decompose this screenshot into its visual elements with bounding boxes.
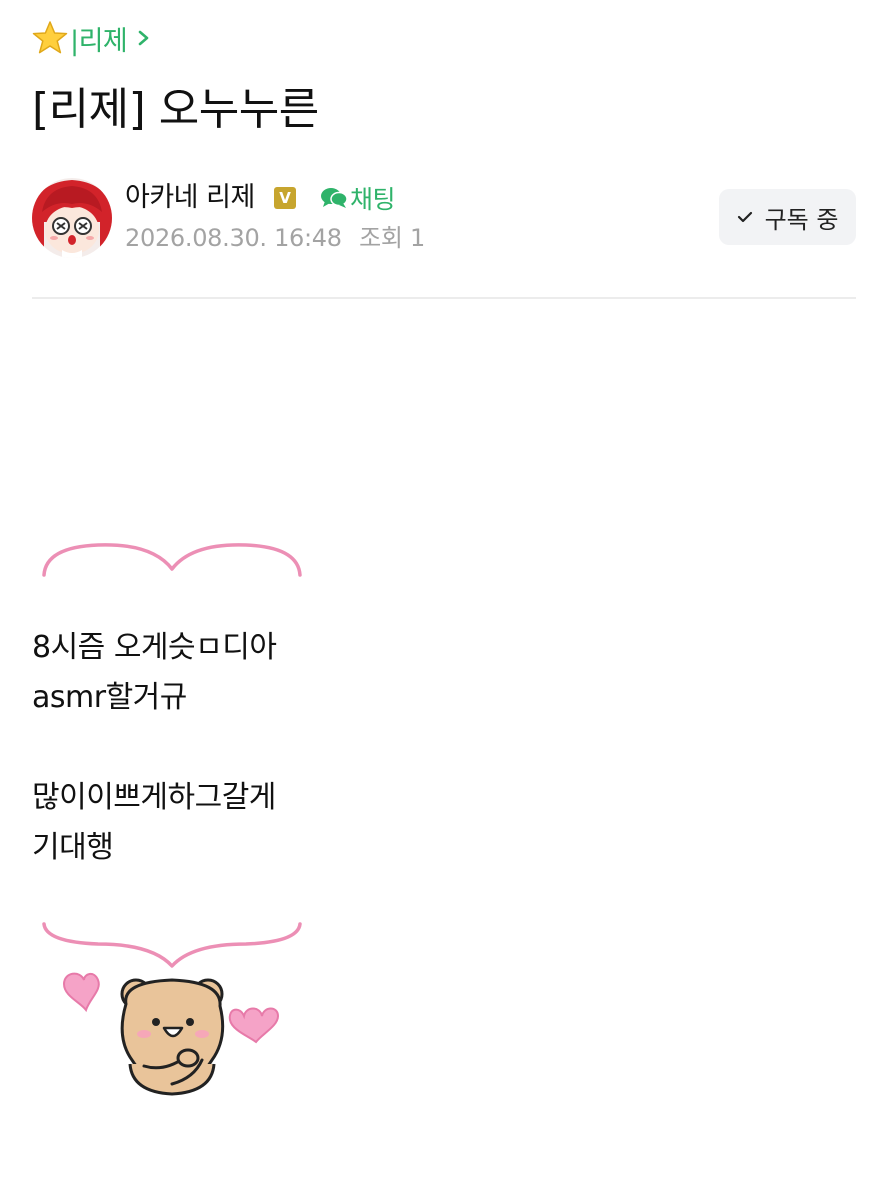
chevron-right-icon	[138, 30, 149, 46]
body-text-line: asmr할거규	[32, 680, 187, 715]
speech-bubble-icon	[321, 188, 348, 208]
body-text-line: 많이이쁘게하그갈게	[32, 780, 276, 815]
post-meta: 2026.08.30. 16:48 조회 1	[125, 222, 425, 254]
chat-link[interactable]: 채팅	[320, 180, 396, 216]
body-text-line: 8시즘 오게슷ㅁ디아	[32, 630, 277, 665]
view-count: 조회 1	[359, 224, 425, 252]
subscribe-label: 구독 중	[764, 205, 839, 234]
subscribe-button[interactable]: 구독 중	[719, 189, 856, 245]
checkmark-icon	[737, 211, 752, 223]
divider	[32, 297, 856, 299]
heart-icon	[62, 972, 100, 1013]
post-date: 2026.08.30. 16:48	[125, 224, 342, 252]
page-title: [리제] 오누누른	[32, 84, 319, 135]
verified-badge: V	[274, 187, 296, 209]
star-icon	[32, 21, 68, 54]
heart-icon	[228, 1007, 280, 1044]
breadcrumb-board-label: |리제	[70, 25, 128, 57]
avatar[interactable]	[32, 178, 112, 258]
avatar-illustration	[32, 178, 112, 258]
author-name[interactable]: 아카네 리제	[125, 180, 255, 216]
bear-sticker-image	[62, 972, 280, 1096]
chat-label: 채팅	[350, 185, 396, 214]
decorative-bracket-bottom	[42, 922, 302, 968]
decorative-bracket-top	[42, 543, 302, 577]
author-row: 아카네 리제 V 채팅 2026.08.30. 16:48 조회 1 구독 중	[32, 178, 856, 258]
body-text-line: 기대행	[32, 830, 114, 865]
breadcrumb[interactable]: |리제	[32, 18, 151, 58]
